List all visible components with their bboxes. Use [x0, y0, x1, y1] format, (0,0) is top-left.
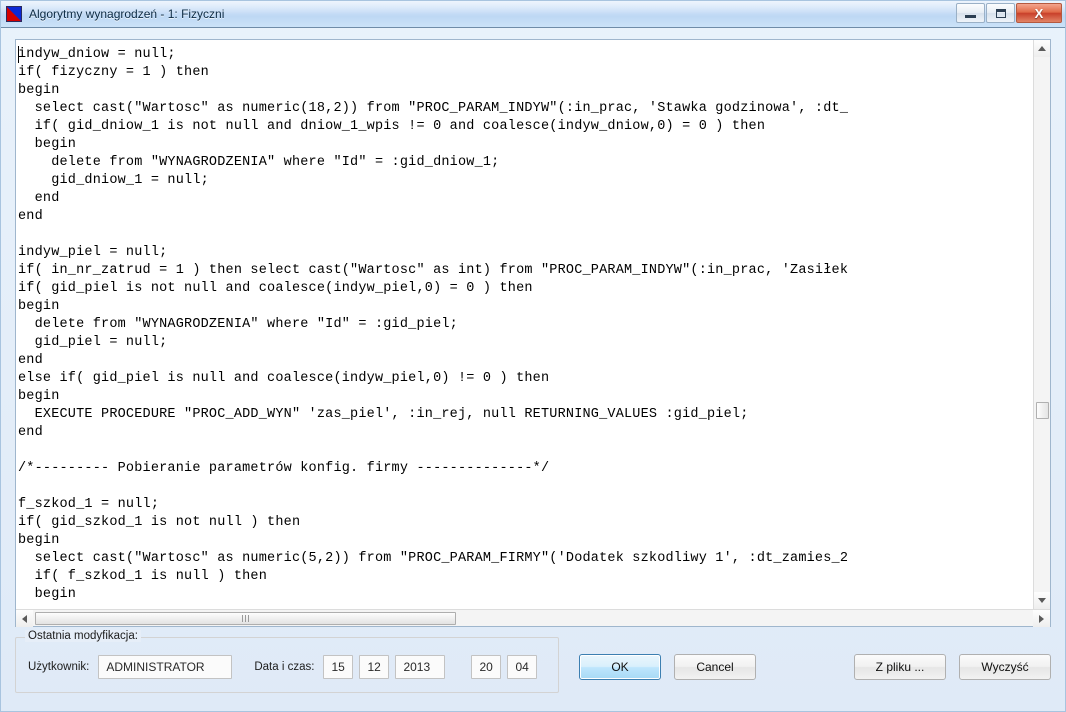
chevron-down-icon	[1038, 598, 1046, 603]
chevron-up-icon	[1038, 46, 1046, 51]
client-area: indyw_dniow = null; if( fizyczny = 1 ) t…	[1, 28, 1065, 711]
bottom-bar: Ostatnia modyfikacja: Użytkownik: ADMINI…	[15, 630, 1051, 693]
minimize-icon	[965, 14, 976, 18]
action-buttons-left: OK Cancel	[579, 637, 756, 680]
cancel-button[interactable]: Cancel	[674, 654, 756, 680]
user-label: Użytkownik:	[28, 661, 90, 673]
scroll-down-button[interactable]	[1034, 592, 1050, 609]
grip-icon	[242, 615, 249, 622]
hour-field[interactable]: 20	[471, 655, 502, 679]
maximize-button[interactable]	[986, 3, 1015, 23]
ok-button[interactable]: OK	[579, 654, 661, 680]
minute-field[interactable]: 04	[507, 655, 538, 679]
maximize-icon	[995, 8, 1006, 18]
vertical-scrollbar[interactable]	[1033, 40, 1050, 609]
month-field[interactable]: 12	[359, 655, 390, 679]
from-file-button[interactable]: Z pliku ...	[854, 654, 946, 680]
title-bar: Algorytmy wynagrodzeń - 1: Fizyczni X	[1, 1, 1065, 28]
user-field[interactable]: ADMINISTRATOR	[98, 655, 233, 679]
vertical-scroll-track[interactable]	[1034, 57, 1050, 592]
day-field[interactable]: 15	[323, 655, 354, 679]
scroll-right-button[interactable]	[1033, 610, 1050, 627]
code-editor: indyw_dniow = null; if( fizyczny = 1 ) t…	[15, 39, 1051, 627]
horizontal-scroll-track[interactable]	[33, 610, 1033, 626]
group-fields: Użytkownik: ADMINISTRATOR Data i czas: 1…	[16, 655, 558, 679]
year-field[interactable]: 2013	[395, 655, 446, 679]
group-legend: Ostatnia modyfikacja:	[25, 630, 141, 642]
clear-button[interactable]: Wyczyść	[959, 654, 1051, 680]
horizontal-scroll-thumb[interactable]	[35, 612, 456, 625]
window-title: Algorytmy wynagrodzeń - 1: Fizyczni	[29, 7, 225, 21]
scroll-up-button[interactable]	[1034, 40, 1050, 57]
close-button[interactable]: X	[1016, 3, 1062, 23]
window-controls: X	[955, 3, 1062, 23]
chevron-left-icon	[22, 614, 27, 623]
editor-body: indyw_dniow = null; if( fizyczny = 1 ) t…	[16, 40, 1050, 609]
application-window: Algorytmy wynagrodzeń - 1: Fizyczni X in…	[0, 0, 1066, 712]
chevron-right-icon	[1039, 614, 1044, 623]
last-modification-group: Ostatnia modyfikacja: Użytkownik: ADMINI…	[15, 630, 559, 693]
app-icon	[6, 6, 22, 22]
text-caret	[18, 46, 19, 63]
close-icon: X	[1034, 5, 1044, 21]
horizontal-scrollbar[interactable]	[16, 609, 1050, 627]
code-text-area[interactable]: indyw_dniow = null; if( fizyczny = 1 ) t…	[16, 40, 1033, 609]
vertical-scroll-thumb[interactable]	[1036, 402, 1049, 419]
scroll-left-button[interactable]	[16, 610, 33, 627]
code-content: indyw_dniow = null; if( fizyczny = 1 ) t…	[18, 47, 849, 602]
minimize-button[interactable]	[956, 3, 985, 23]
datetime-label: Data i czas:	[254, 661, 315, 673]
action-buttons-right: Z pliku ... Wyczyść	[854, 637, 1051, 680]
